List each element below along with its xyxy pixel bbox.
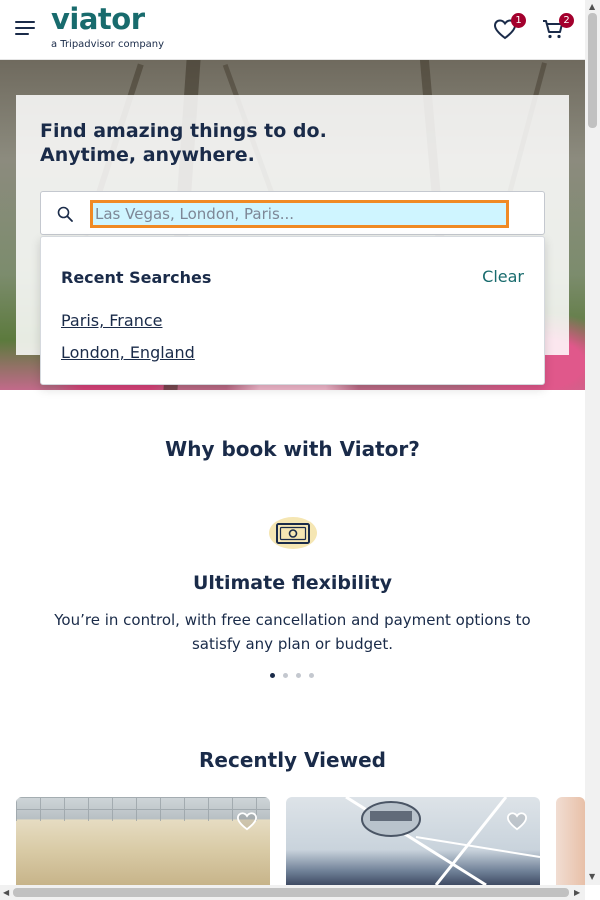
scroll-up-arrow[interactable]: ▲ xyxy=(589,3,595,11)
heart-icon[interactable] xyxy=(236,811,258,831)
menu-icon[interactable] xyxy=(15,21,35,37)
scroll-down-arrow[interactable]: ▼ xyxy=(589,873,595,881)
recently-viewed-card[interactable] xyxy=(556,797,585,885)
scroll-right-arrow[interactable]: ▶ xyxy=(574,889,580,897)
recent-search-item[interactable]: Paris, France xyxy=(61,311,162,330)
vertical-scrollbar[interactable] xyxy=(585,0,600,885)
cart-button[interactable]: 2 xyxy=(541,13,574,42)
money-icon xyxy=(269,517,317,549)
recently-viewed-card[interactable] xyxy=(286,797,540,885)
feature-title: Ultimate flexibility xyxy=(192,572,393,594)
card-image xyxy=(16,797,270,821)
clear-recent-button[interactable]: Clear xyxy=(482,267,524,286)
wishlist-button[interactable]: 1 xyxy=(493,13,526,42)
card-image xyxy=(345,797,540,885)
scroll-left-arrow[interactable]: ◀ xyxy=(3,889,9,897)
wishlist-count-badge: 1 xyxy=(511,13,526,28)
cart-count-badge: 2 xyxy=(559,13,574,28)
recently-viewed-card[interactable] xyxy=(16,797,270,885)
recent-search-item[interactable]: London, England xyxy=(61,343,195,362)
carousel-dot[interactable] xyxy=(283,673,288,678)
search-bar xyxy=(40,191,545,235)
recently-viewed-title: Recently Viewed xyxy=(199,748,386,772)
heart-icon[interactable] xyxy=(506,811,528,831)
horizontal-scroll-thumb[interactable] xyxy=(13,888,569,897)
site-header: viator a Tripadvisor company 1 2 xyxy=(0,0,585,60)
hero-title: Find amazing things to do. Anytime, anyw… xyxy=(40,120,327,166)
recent-searches-dropdown: Recent Searches Clear Paris, France Lond… xyxy=(40,236,545,385)
carousel-dots xyxy=(270,663,322,678)
vertical-scroll-thumb[interactable] xyxy=(588,13,597,128)
carousel-dot[interactable] xyxy=(270,673,275,678)
why-book-title: Why book with Viator? xyxy=(165,437,420,461)
recent-searches-title: Recent Searches xyxy=(61,268,212,287)
search-icon xyxy=(57,206,73,222)
logo-tagline: a Tripadvisor company xyxy=(51,39,165,50)
feature-text: You’re in control, with free cancellatio… xyxy=(54,611,531,653)
viator-logo[interactable]: viator xyxy=(51,2,145,36)
carousel-dot[interactable] xyxy=(309,673,314,678)
search-input[interactable] xyxy=(90,200,509,228)
carousel-dot[interactable] xyxy=(296,673,301,678)
